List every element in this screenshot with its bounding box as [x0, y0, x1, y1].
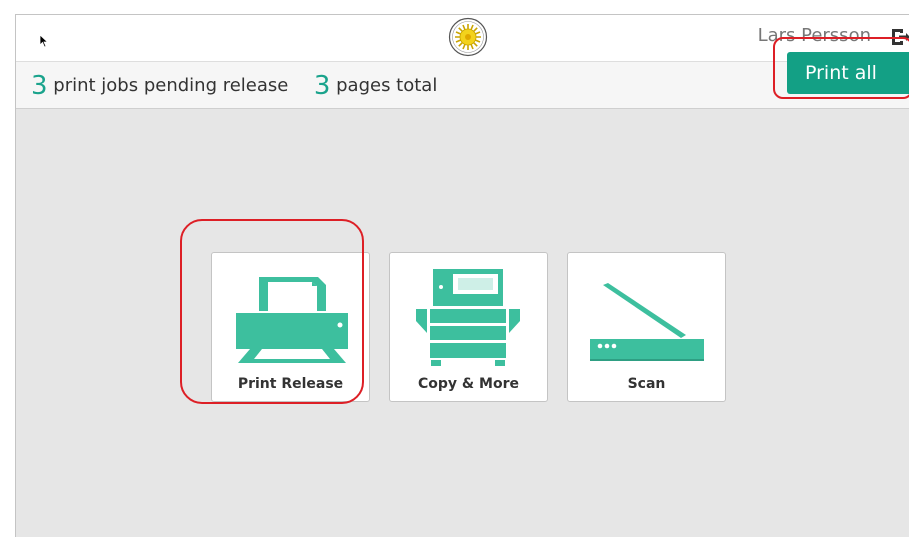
tile-label: Scan [627, 376, 666, 392]
copier-icon [416, 269, 520, 366]
university-seal-logo [448, 17, 488, 57]
tile-label: Copy & More [418, 376, 519, 392]
pending-jobs-text: print jobs pending release [53, 75, 289, 96]
scan-tile[interactable]: Scan [567, 252, 726, 402]
pending-jobs-count: 3 [31, 71, 48, 101]
total-pages-text: pages total [336, 75, 438, 96]
mouse-pointer-icon [39, 34, 49, 48]
print-all-highlight-ring [773, 37, 909, 99]
total-pages-count: 3 [313, 71, 331, 101]
print-release-highlight-ring [180, 219, 364, 404]
copy-and-more-tile[interactable]: Copy & More [389, 252, 548, 402]
pending-summary: 3 print jobs pending release 3 pages tot… [31, 71, 437, 101]
scanner-icon [590, 283, 704, 361]
